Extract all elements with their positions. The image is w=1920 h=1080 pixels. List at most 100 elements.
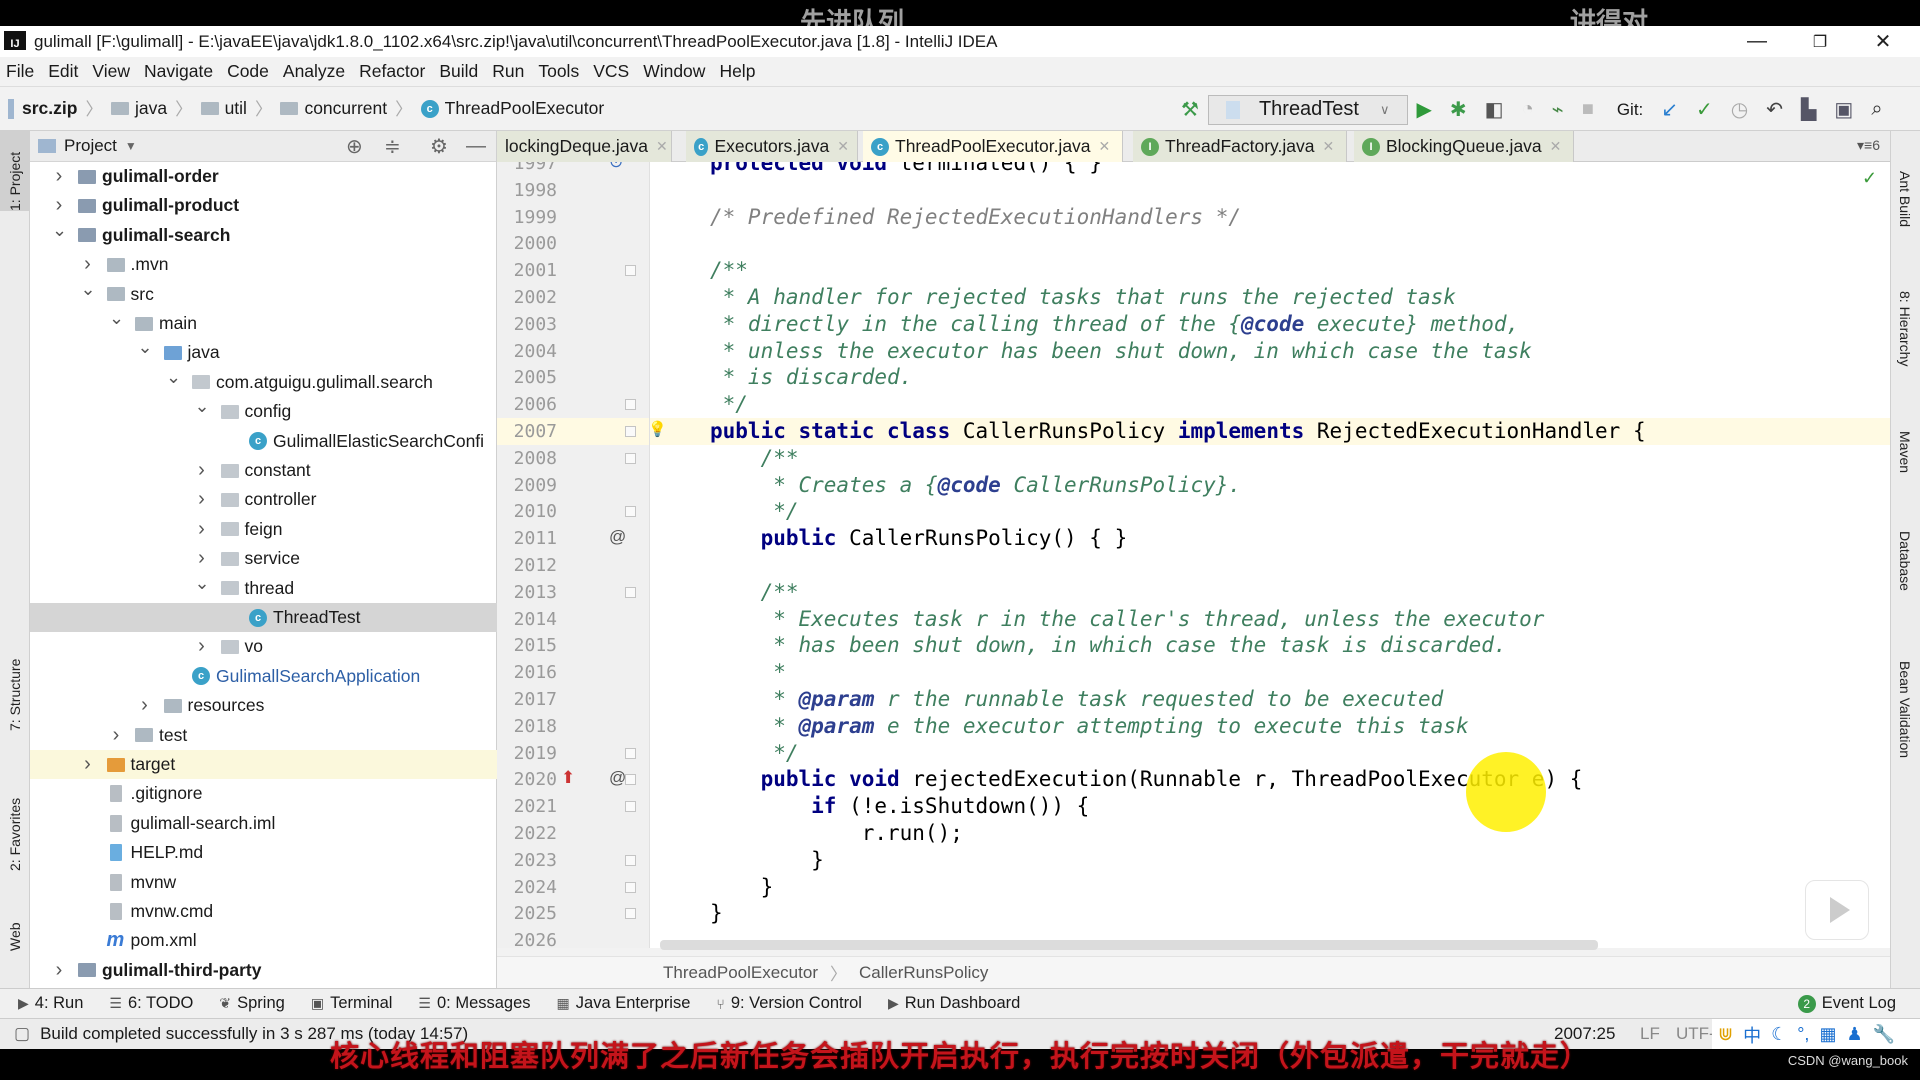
close-tab-icon[interactable]: ✕ — [656, 138, 668, 155]
close-button[interactable]: ✕ — [1853, 26, 1913, 57]
stripe-web[interactable]: Web — [7, 922, 23, 951]
menu-analyze[interactable]: Analyze — [283, 61, 345, 82]
menu-run[interactable]: Run — [492, 61, 524, 82]
terminal-icon[interactable]: ▣ — [1834, 97, 1853, 122]
stripe-ant-build[interactable]: Ant Build — [1897, 171, 1913, 227]
tree-item[interactable]: ⌄ src — [30, 279, 497, 309]
tabs-overflow-button[interactable]: ▾≡6 — [1857, 137, 1880, 154]
tool-run[interactable]: ▶ 4: Run — [18, 994, 83, 1013]
video-play-overlay[interactable] — [1805, 880, 1869, 940]
stripe-maven[interactable]: Maven — [1897, 431, 1913, 473]
vcs-update-icon[interactable]: ↙ — [1661, 97, 1678, 122]
hide-icon[interactable]: — — [466, 135, 486, 158]
tool-spring[interactable]: ❦ Spring — [219, 994, 284, 1013]
tree-item[interactable]: › constant — [30, 456, 497, 485]
vcs-commit-icon[interactable]: ✓ — [1696, 97, 1713, 122]
menu-code[interactable]: Code — [227, 61, 269, 82]
menu-file[interactable]: File — [6, 61, 34, 82]
tab-threadfactory[interactable]: I ThreadFactory.java ✕ — [1133, 131, 1347, 162]
attach-icon[interactable]: ⌁ — [1552, 97, 1564, 122]
tree-item[interactable]: › target — [30, 750, 497, 779]
tree-item[interactable]: › test — [30, 721, 497, 750]
run-icon[interactable]: ▶ — [1417, 97, 1432, 122]
tree-item[interactable]: HELP.md — [30, 838, 497, 867]
chevron-down-icon[interactable]: ⌄ — [52, 220, 67, 241]
tree-item[interactable]: › service — [30, 544, 497, 573]
tree-item[interactable]: › gulimall-product — [30, 191, 497, 220]
fold-marker-icon[interactable] — [625, 265, 636, 277]
tree-item[interactable]: ⌄ com.atguigu.gulimall.search — [30, 367, 497, 397]
breadcrumb-concurrent[interactable]: concurrent — [304, 98, 387, 119]
tool-java-enterprise[interactable]: ▦ Java Enterprise — [557, 994, 691, 1013]
chevron-right-icon[interactable]: › — [195, 459, 209, 482]
tree-item[interactable]: ⌄ thread — [30, 573, 497, 603]
chevron-down-icon[interactable]: ▼ — [125, 139, 137, 153]
tree-item[interactable]: c GulimallElasticSearchConfi — [30, 427, 497, 456]
intention-bulb-icon[interactable]: 💡 — [650, 420, 667, 438]
tree-item[interactable]: .gitignore — [30, 779, 497, 808]
tool-todo[interactable]: ☰ 6: TODO — [109, 994, 193, 1013]
stripe-bean-validation[interactable]: Bean Validation — [1897, 661, 1913, 758]
tree-item[interactable]: ⌄ gulimall-search — [30, 220, 497, 250]
menu-view[interactable]: View — [92, 61, 130, 82]
tree-item[interactable]: c ThreadTest — [30, 603, 497, 632]
menu-help[interactable]: Help — [719, 61, 755, 82]
run-config-selector[interactable]: ThreadTest ∨ — [1207, 94, 1408, 125]
breadcrumb-class[interactable]: ThreadPoolExecutor — [445, 98, 605, 119]
chevron-right-icon[interactable]: › — [195, 488, 209, 511]
tree-item[interactable]: › vo — [30, 632, 497, 661]
tree-item[interactable]: mvnw — [30, 868, 497, 897]
close-tab-icon[interactable]: ✕ — [1550, 138, 1562, 155]
restore-button[interactable]: ❐ — [1790, 26, 1850, 57]
chevron-down-icon[interactable]: ⌄ — [166, 367, 181, 388]
tree-item[interactable]: › gulimall-third-party — [30, 956, 497, 985]
chevron-right-icon[interactable]: › — [52, 194, 66, 217]
breadcrumb-src-zip[interactable]: src.zip — [22, 98, 77, 119]
overridden-method-icon[interactable]: ⊙ — [609, 162, 623, 172]
chevron-right-icon[interactable]: › — [52, 165, 66, 188]
chevron-right-icon[interactable]: › — [52, 959, 66, 982]
coverage-icon[interactable]: ◧ — [1485, 97, 1504, 122]
tree-item[interactable]: › controller — [30, 485, 497, 514]
tree-item[interactable]: gulimall-search.iml — [30, 809, 497, 838]
profile-icon[interactable]: ◔ — [1522, 98, 1534, 121]
close-tab-icon[interactable]: ✕ — [837, 138, 849, 155]
chevron-right-icon[interactable]: › — [195, 547, 209, 570]
menu-vcs[interactable]: VCS — [593, 61, 629, 82]
chevron-right-icon[interactable]: › — [81, 753, 95, 776]
stripe-favorites[interactable]: 2: Favorites — [7, 798, 23, 871]
tree-item[interactable]: › feign — [30, 515, 497, 544]
close-tab-icon[interactable]: ✕ — [1099, 138, 1111, 155]
tree-item[interactable]: ⌄ config — [30, 396, 497, 426]
tree-item[interactable]: mvnw.cmd — [30, 897, 497, 926]
tree-item[interactable]: › gulimall-order — [30, 162, 497, 191]
chevron-down-icon[interactable]: ⌄ — [109, 308, 124, 329]
tab-blockingqueue[interactable]: I BlockingQueue.java ✕ — [1354, 131, 1574, 162]
fold-marker-icon[interactable] — [625, 399, 636, 411]
breadcrumb-util[interactable]: util — [225, 98, 247, 119]
fold-marker-icon[interactable] — [625, 908, 636, 920]
search-icon[interactable]: ⌕ — [1871, 98, 1882, 121]
tool-terminal[interactable]: ▣ Terminal — [311, 994, 393, 1013]
stripe-structure[interactable]: 7: Structure — [7, 659, 23, 731]
fold-marker-icon[interactable] — [625, 506, 636, 518]
tab-threadpoolexecutor[interactable]: c ThreadPoolExecutor.java ✕ — [863, 131, 1123, 162]
horizontal-scrollbar[interactable] — [660, 940, 1598, 950]
chevron-right-icon[interactable]: › — [195, 635, 209, 658]
tool-messages[interactable]: ☰ 0: Messages — [418, 994, 530, 1013]
chevron-right-icon[interactable]: › — [195, 518, 209, 541]
debug-icon[interactable]: ✱ — [1450, 97, 1467, 122]
annotation-icon[interactable]: @ — [609, 768, 626, 788]
tree-item[interactable]: › resources — [30, 691, 497, 720]
gear-icon[interactable]: ⚙ — [430, 134, 448, 159]
chevron-down-icon[interactable]: ⌄ — [195, 396, 210, 417]
fold-marker-icon[interactable] — [625, 801, 636, 813]
stripe-database[interactable]: Database — [1897, 531, 1913, 591]
menu-tools[interactable]: Tools — [538, 61, 579, 82]
tool-run-dashboard[interactable]: ▶ Run Dashboard — [888, 994, 1020, 1013]
implements-method-icon[interactable]: ⬆ — [561, 768, 575, 788]
menu-navigate[interactable]: Navigate — [144, 61, 213, 82]
tree-item[interactable]: m pom.xml — [30, 926, 497, 955]
stop-icon[interactable]: ■ — [1582, 98, 1594, 121]
chevron-down-icon[interactable]: ⌄ — [81, 279, 96, 300]
